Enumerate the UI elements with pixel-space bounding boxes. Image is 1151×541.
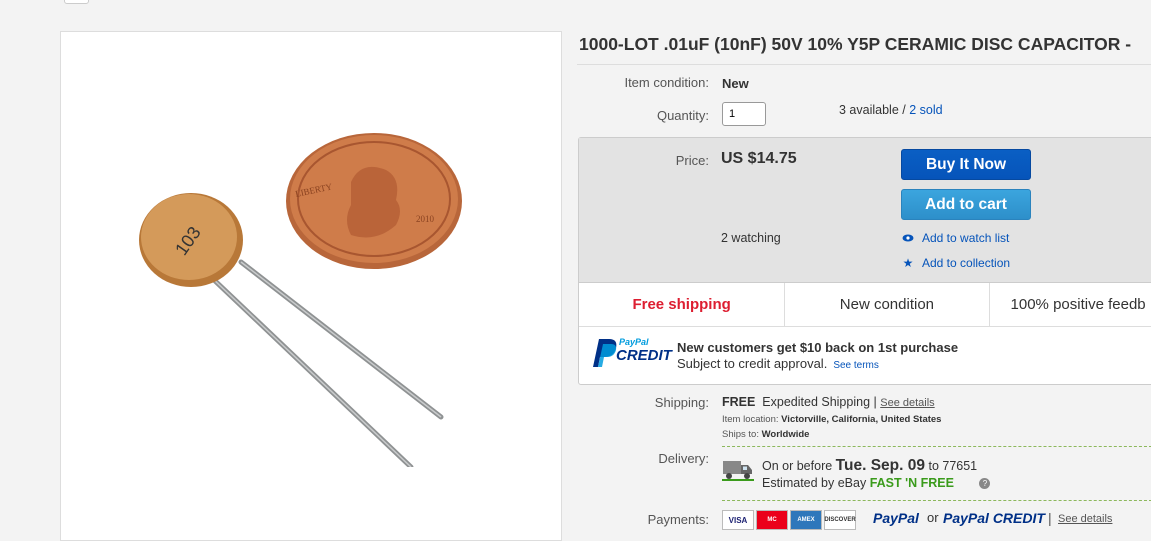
- product-image[interactable]: LIBERTY 2010 103: [61, 97, 561, 467]
- product-title: 1000-LOT .01uF (10nF) 50V 10% Y5P CERAMI…: [579, 34, 1132, 54]
- visa-card-icon: VISA: [722, 510, 754, 530]
- shipping-value: FREE Expedited Shipping | See details: [722, 395, 935, 409]
- add-to-watch-list-link[interactable]: Add to watch list: [901, 231, 1009, 245]
- delivery-prefix: On or before: [762, 459, 833, 473]
- buy-it-now-button[interactable]: Buy It Now: [901, 149, 1031, 180]
- shipping-free: FREE: [722, 395, 756, 409]
- item-location-label: Item location:: [722, 414, 779, 425]
- estimated-by-text: Estimated by eBay: [762, 476, 867, 490]
- condition-label: Item condition:: [624, 75, 709, 90]
- star-icon: ★: [902, 256, 914, 270]
- product-image-panel[interactable]: LIBERTY 2010 103: [60, 31, 562, 541]
- payment-cards: VISA MC AMEX DISCOVER: [722, 510, 856, 530]
- delivery-estimated-by: Estimated by eBay FAST 'N FREE ?: [762, 476, 991, 490]
- credit-subline: Subject to credit approval. See terms: [677, 356, 879, 371]
- feature-free-shipping: Free shipping: [579, 283, 786, 326]
- top-checkbox[interactable]: [64, 0, 89, 4]
- paypal-credit-text-logo: PayPal CREDIT: [943, 510, 1045, 526]
- sold-link[interactable]: 2 sold: [909, 103, 942, 117]
- mastercard-icon: MC: [756, 510, 788, 530]
- help-icon[interactable]: ?: [979, 478, 991, 489]
- ships-to-label: Ships to:: [722, 429, 759, 440]
- truck-icon: [722, 458, 754, 487]
- delivery-divider-top: [722, 446, 1151, 447]
- ships-to: Ships to: Worldwide: [722, 429, 809, 440]
- shipping-label: Shipping:: [654, 395, 709, 410]
- delivery-divider-bottom: [722, 500, 1151, 501]
- paypal-credit-logo-top: PayPal: [619, 337, 649, 347]
- paypal-credit-logo-bottom: CREDIT: [616, 347, 672, 364]
- payments-see-details-link[interactable]: See details: [1058, 513, 1112, 525]
- feature-strip: Free shipping New condition 100% positiv…: [579, 282, 1151, 327]
- availability: 3 available / 2 sold: [839, 103, 943, 117]
- credit-sub-text: Subject to credit approval.: [677, 356, 828, 371]
- quantity-label: Quantity:: [656, 108, 709, 123]
- feature-positive-feedback: 100% positive feedb: [1010, 296, 1146, 313]
- paypal-logo: PayPal: [873, 510, 919, 526]
- price-section: Price: US $14.75 Buy It Now Add to cart …: [579, 138, 1151, 282]
- add-to-collection-link[interactable]: ★ Add to collection: [901, 256, 1010, 270]
- delivery-estimate: On or before Tue. Sep. 09 to 77651: [762, 457, 977, 475]
- add-to-collection-label: Add to collection: [922, 256, 1011, 270]
- price-label: Price:: [675, 153, 709, 168]
- item-location: Item location: Victorville, California, …: [722, 414, 941, 425]
- paypal-credit-promo[interactable]: PayPal CREDIT New customers get $10 back…: [579, 327, 1151, 385]
- delivery-label: Delivery:: [658, 451, 709, 466]
- shipping-method: Expedited Shipping |: [762, 395, 877, 409]
- watching-count: 2 watching: [721, 231, 781, 245]
- add-to-watch-list-label: Add to watch list: [922, 231, 1010, 245]
- payments-or: or: [927, 510, 939, 525]
- shipping-see-details-link[interactable]: See details: [880, 397, 934, 409]
- feature-new-condition: New condition: [785, 283, 990, 326]
- see-terms-link[interactable]: See terms: [833, 360, 879, 371]
- quantity-input[interactable]: [722, 102, 766, 126]
- fast-n-free-badge: FAST 'N FREE: [869, 476, 954, 490]
- condition-value: New: [722, 76, 749, 91]
- delivery-zip: to 77651: [928, 459, 978, 473]
- amex-card-icon: AMEX: [790, 510, 822, 530]
- payments-separator: |: [1048, 510, 1052, 526]
- price-value: US $14.75: [721, 150, 797, 167]
- credit-headline: New customers get $10 back on 1st purcha…: [677, 340, 959, 355]
- svg-text:2010: 2010: [416, 214, 435, 224]
- discover-card-icon: DISCOVER: [824, 510, 856, 530]
- add-to-cart-button[interactable]: Add to cart: [901, 189, 1031, 220]
- eye-icon: [901, 234, 915, 242]
- available-text: 3 available /: [839, 103, 906, 117]
- title-divider: [577, 64, 1151, 65]
- item-location-value: Victorville, California, United States: [781, 414, 942, 425]
- ships-to-value: Worldwide: [761, 429, 810, 440]
- buy-box: Price: US $14.75 Buy It Now Add to cart …: [578, 137, 1151, 385]
- delivery-date: Tue. Sep. 09: [835, 457, 925, 474]
